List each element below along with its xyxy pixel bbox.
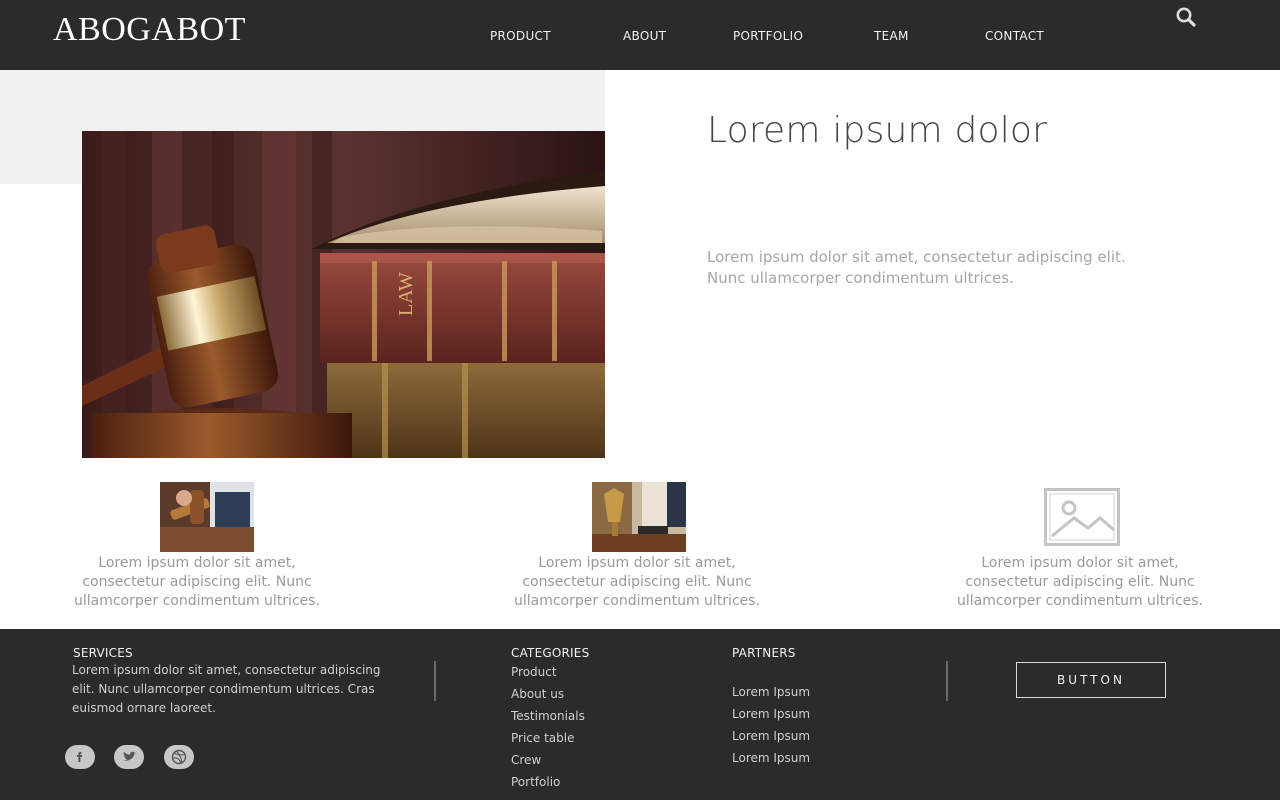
justice-thumbnail (592, 482, 686, 552)
footer-link-testimonials[interactable]: Testimonials (511, 709, 585, 723)
image-placeholder-icon (1044, 488, 1120, 546)
partner-link-3[interactable]: Lorem Ipsum (732, 729, 810, 743)
footer-cta-button[interactable]: BUTTON (1016, 662, 1166, 698)
nav-item-product[interactable]: PRODUCT (490, 29, 551, 43)
footer-link-portfolio[interactable]: Portfolio (511, 775, 560, 789)
feature-description-2: Lorem ipsum dolor sit amet, consectetur … (513, 555, 761, 609)
partners-heading: PARTNERS (732, 646, 796, 660)
categories-heading: CATEGORIES (511, 646, 590, 660)
partner-link-2[interactable]: Lorem Ipsum (732, 707, 810, 721)
gavel-thumbnail (160, 482, 254, 552)
nav-item-contact[interactable]: CONTACT (985, 29, 1044, 43)
hero-title: Lorem ipsum dolor (707, 110, 1048, 151)
nav-item-portfolio[interactable]: PORTFOLIO (733, 29, 803, 43)
partner-link-4[interactable]: Lorem Ipsum (732, 751, 810, 765)
footer-divider-left (434, 661, 436, 701)
footer-link-crew[interactable]: Crew (511, 753, 541, 767)
services-text: Lorem ipsum dolor sit amet, consectetur … (72, 663, 381, 715)
logo[interactable]: ABOGABOT (53, 11, 246, 49)
services-heading: SERVICES (73, 646, 133, 660)
footer-divider-right (946, 661, 948, 701)
navbar: ABOGABOT PRODUCT ABOUT PORTFOLIO TEAM CO… (0, 0, 1280, 70)
footer-link-about-us[interactable]: About us (511, 687, 564, 701)
search-icon[interactable] (1175, 6, 1197, 28)
nav-item-about[interactable]: ABOUT (623, 29, 666, 43)
dribbble-icon[interactable] (164, 745, 194, 769)
footer-link-product[interactable]: Product (511, 665, 557, 679)
hero-description: Lorem ipsum dolor sit amet, consectetur … (707, 248, 1126, 287)
feature-description-1: Lorem ipsum dolor sit amet, consectetur … (73, 555, 321, 609)
svg-text:LAW: LAW (395, 272, 417, 316)
feature-description-3: Lorem ipsum dolor sit amet, consectetur … (956, 555, 1204, 609)
partner-link-1[interactable]: Lorem Ipsum (732, 685, 810, 699)
nav-item-team[interactable]: TEAM (874, 29, 909, 43)
twitter-icon[interactable] (114, 745, 144, 769)
facebook-icon[interactable] (65, 745, 95, 769)
footer-link-price-table[interactable]: Price table (511, 731, 574, 745)
hero-image: LAW (82, 131, 605, 458)
